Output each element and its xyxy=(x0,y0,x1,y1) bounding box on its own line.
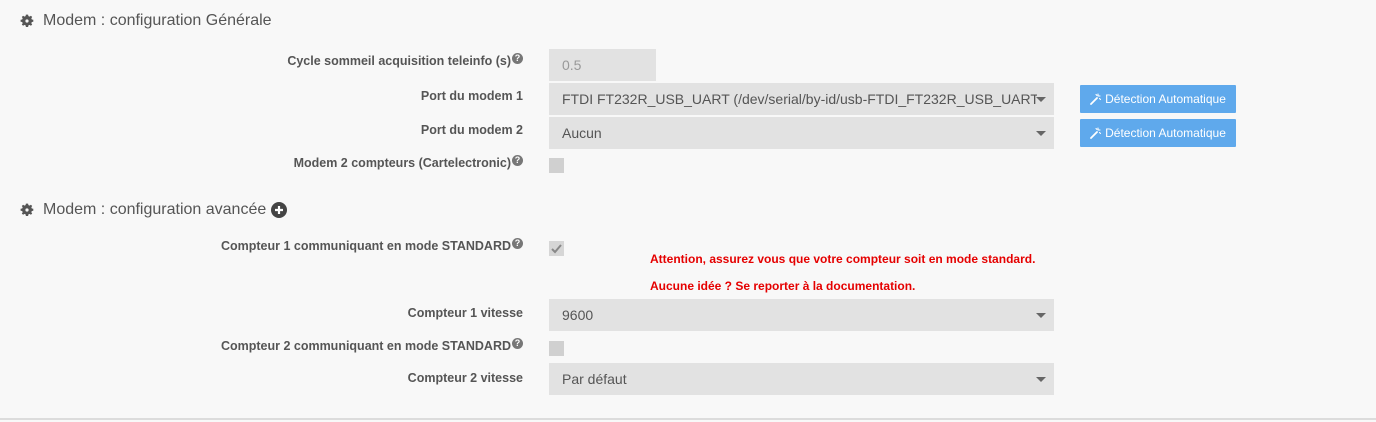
c2-standard-checkbox[interactable] xyxy=(549,341,564,356)
port1-select[interactable]: FTDI FT232R_USB_UART (/dev/serial/by-id/… xyxy=(549,83,1054,115)
port2-select[interactable]: Aucun xyxy=(549,117,1054,149)
section-general-title: Modem : configuration Générale xyxy=(43,12,272,29)
c2-standard-label: Compteur 2 communiquant en mode STANDARD xyxy=(220,339,511,353)
gear-icon xyxy=(20,203,34,216)
cycle-label: Cycle sommeil acquisition teleinfo (s) xyxy=(287,54,511,68)
c1-standard-label: Compteur 1 communiquant en mode STANDARD xyxy=(220,239,511,253)
c2-speed-select[interactable]: Par défaut xyxy=(549,363,1054,395)
cycle-input[interactable]: 0.5 xyxy=(549,49,656,81)
section-advanced-title: Modem : configuration avancée xyxy=(43,201,267,218)
section-general-header: Modem : configuration Générale xyxy=(19,12,272,30)
help-icon[interactable]: ? xyxy=(512,338,523,349)
c1-speed-select[interactable]: 9600 xyxy=(549,299,1054,331)
detect-button-port1[interactable]: Détection Automatique xyxy=(1080,85,1236,113)
help-icon[interactable]: ? xyxy=(512,53,523,64)
gear-icon xyxy=(20,14,34,28)
chevron-down-icon xyxy=(1036,313,1046,318)
detect-button-label: Détection Automatique xyxy=(1105,92,1226,106)
detect-button-label: Détection Automatique xyxy=(1105,126,1226,140)
modem2-label: Modem 2 compteurs (Cartelectronic) xyxy=(293,156,511,170)
port2-label: Port du modem 2 xyxy=(420,123,523,137)
port1-label: Port du modem 1 xyxy=(420,89,523,103)
detect-button-port2[interactable]: Détection Automatique xyxy=(1080,119,1236,147)
magic-wand-icon xyxy=(1090,127,1102,139)
cycle-label-wrap: Cycle sommeil acquisition teleinfo (s)? xyxy=(287,53,523,68)
warning-documentation: Aucune idée ? Se reporter à la documenta… xyxy=(650,279,916,293)
warning-standard-mode: Attention, assurez vous que votre compte… xyxy=(650,252,1036,266)
help-icon[interactable]: ? xyxy=(512,155,523,166)
port1-value: FTDI FT232R_USB_UART (/dev/serial/by-id/… xyxy=(562,91,1037,107)
plus-circle-icon[interactable] xyxy=(271,202,288,218)
modem2-checkbox[interactable] xyxy=(549,158,564,173)
help-icon[interactable]: ? xyxy=(512,238,523,249)
modem2-label-wrap: Modem 2 compteurs (Cartelectronic)? xyxy=(294,155,523,170)
c1-standard-checkbox[interactable] xyxy=(549,241,564,256)
checkmark-icon xyxy=(551,244,562,254)
magic-wand-icon xyxy=(1090,93,1102,105)
c2-speed-label: Compteur 2 vitesse xyxy=(407,371,523,385)
chevron-down-icon xyxy=(1036,97,1046,102)
c1-standard-label-wrap: Compteur 1 communiquant en mode STANDARD… xyxy=(221,238,523,253)
bottom-divider xyxy=(0,418,1376,420)
c1-speed-label: Compteur 1 vitesse xyxy=(407,306,523,320)
chevron-down-icon xyxy=(1036,131,1046,136)
cycle-value: 0.5 xyxy=(562,57,582,73)
chevron-down-icon xyxy=(1036,377,1046,382)
port2-value: Aucun xyxy=(562,125,602,141)
section-advanced-header: Modem : configuration avancée xyxy=(19,201,288,219)
c2-standard-label-wrap: Compteur 2 communiquant en mode STANDARD… xyxy=(221,338,523,353)
c1-speed-value: 9600 xyxy=(562,307,594,323)
c2-speed-value: Par défaut xyxy=(562,371,627,387)
